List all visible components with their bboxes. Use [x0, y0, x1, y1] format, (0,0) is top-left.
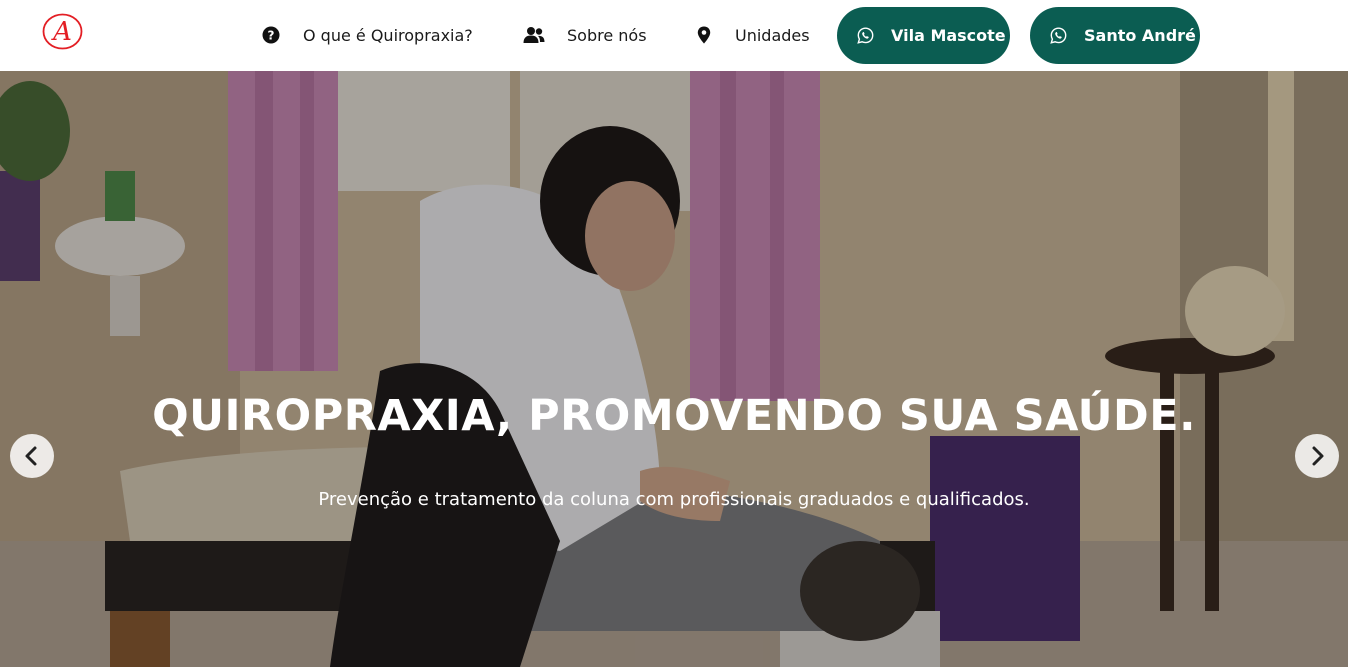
hero-subtitle: Prevenção e tratamento da coluna com pro…	[318, 489, 1030, 510]
whatsapp-santo-andre-button[interactable]: Santo André	[1030, 7, 1200, 64]
nav-item-quiropraxia[interactable]: ? O que é Quiropraxia?	[262, 22, 473, 48]
users-icon	[523, 26, 545, 44]
whatsapp-vila-mascote-button[interactable]: Vila Mascote	[837, 7, 1010, 64]
button-label: Santo André	[1084, 26, 1196, 45]
nav-item-label: Sobre nós	[567, 25, 647, 45]
whatsapp-icon	[857, 27, 874, 44]
hero-carousel: QUIROPRAXIA, PROMOVENDO SUA SAÚDE. Preve…	[0, 71, 1348, 667]
logo-emblem-icon: A	[42, 13, 83, 50]
carousel-next-button[interactable]	[1295, 434, 1339, 478]
nav-item-sobre-nos[interactable]: Sobre nós	[523, 22, 647, 48]
carousel-prev-button[interactable]	[10, 434, 54, 478]
site-header: A ? O que é Quiropraxia? Sobre nós Unida…	[0, 0, 1348, 71]
logo[interactable]: A	[42, 13, 83, 50]
chevron-left-icon	[25, 446, 37, 466]
nav-item-label: Unidades	[735, 25, 810, 45]
logo-letter: A	[51, 17, 72, 47]
nav-item-unidades[interactable]: Unidades	[697, 22, 810, 48]
nav-item-label: O que é Quiropraxia?	[303, 25, 473, 45]
hero-title: QUIROPRAXIA, PROMOVENDO SUA SAÚDE.	[152, 391, 1196, 441]
hero-dark-overlay	[0, 71, 1348, 667]
whatsapp-icon	[1050, 27, 1067, 44]
svg-text:?: ?	[268, 28, 275, 42]
button-label: Vila Mascote	[891, 26, 1006, 45]
chevron-right-icon	[1312, 446, 1324, 466]
question-circle-icon: ?	[262, 26, 280, 44]
map-marker-icon	[697, 26, 711, 44]
